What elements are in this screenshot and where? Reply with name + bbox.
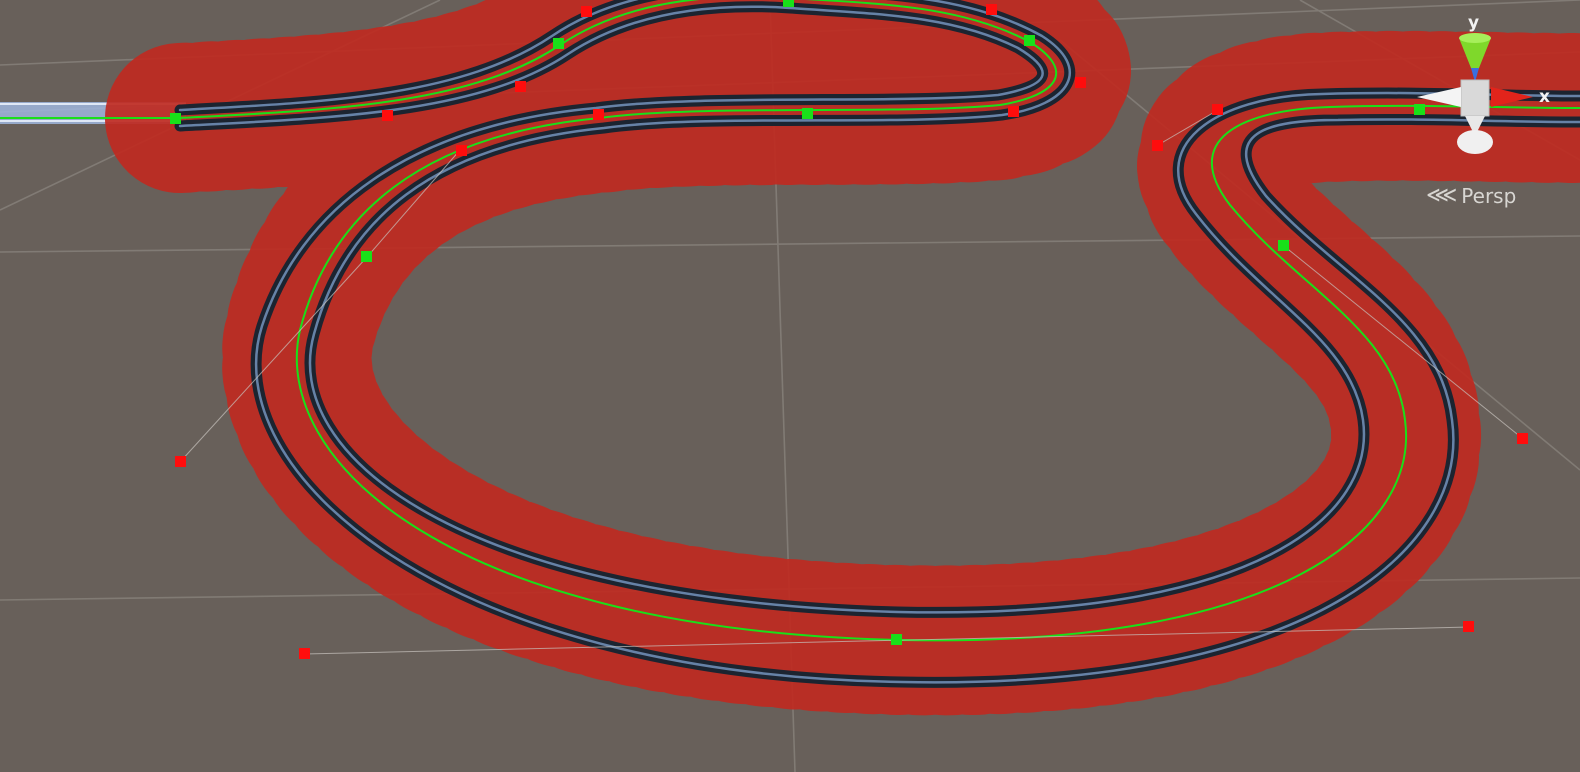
knot-point[interactable] [1024,35,1035,46]
knot-point[interactable] [553,38,564,49]
tangent-handle[interactable] [1463,621,1474,632]
neg-x-axis-cone[interactable] [1417,87,1461,107]
x-axis-label: x [1539,87,1550,107]
projection-label: Persp [1461,184,1517,208]
knot-point[interactable] [361,251,372,262]
tangent-handle[interactable] [515,81,526,92]
perspective-icon: ⋘ [1426,183,1458,208]
knot-point[interactable] [802,108,813,119]
neg-z-axis-cap[interactable] [1457,130,1493,154]
tangent-handle[interactable] [456,145,467,156]
tangent-handle[interactable] [299,648,310,659]
tangent-handle[interactable] [986,4,997,15]
tangent-handle[interactable] [1517,433,1528,444]
tangent-handle[interactable] [1152,140,1163,151]
x-axis-cone[interactable] [1491,87,1533,107]
knot-point[interactable] [783,0,794,7]
gizmo-center-cube[interactable] [1460,79,1490,117]
y-axis-label: y [1468,13,1479,33]
projection-toggle[interactable]: ⋘ Persp [1426,183,1516,209]
tangent-handle[interactable] [593,109,604,120]
knot-point[interactable] [1278,240,1289,251]
tangent-handle[interactable] [581,6,592,17]
tangent-handle[interactable] [1008,106,1019,117]
knot-point[interactable] [170,113,181,124]
tangent-handle[interactable] [1212,104,1223,115]
tangent-handle[interactable] [1075,77,1086,88]
tangent-handle[interactable] [382,110,393,121]
scene-viewport[interactable] [0,0,1580,772]
knot-point[interactable] [891,634,902,645]
tangent-handle[interactable] [175,456,186,467]
